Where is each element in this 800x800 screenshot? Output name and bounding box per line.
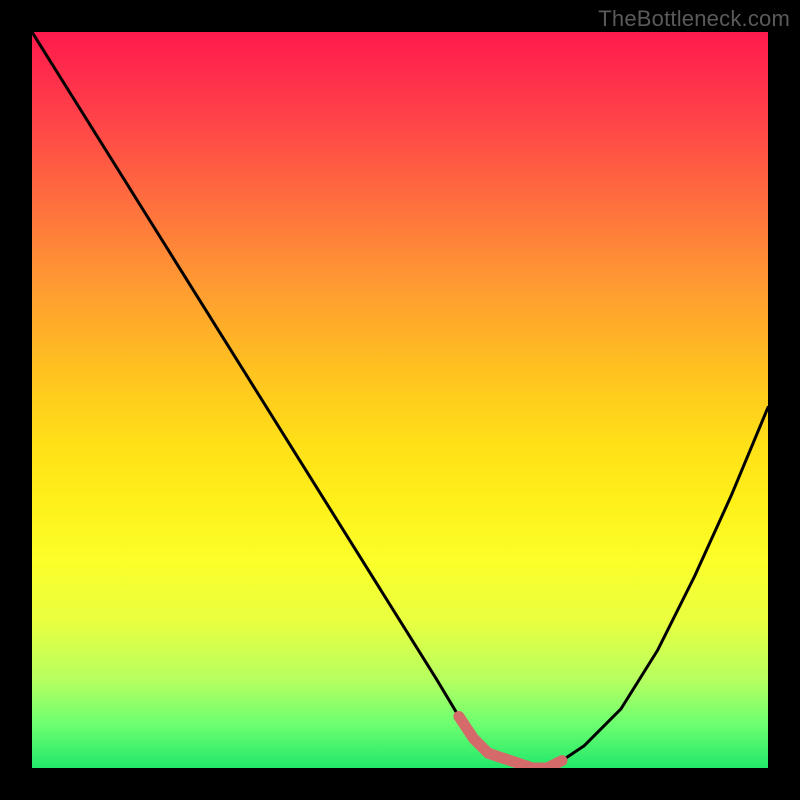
plot-area bbox=[32, 32, 768, 768]
chart-svg bbox=[32, 32, 768, 768]
watermark-text: TheBottleneck.com bbox=[598, 6, 790, 32]
chart-frame: TheBottleneck.com bbox=[0, 0, 800, 800]
main-curve bbox=[32, 32, 768, 768]
highlight-segment bbox=[459, 716, 562, 768]
